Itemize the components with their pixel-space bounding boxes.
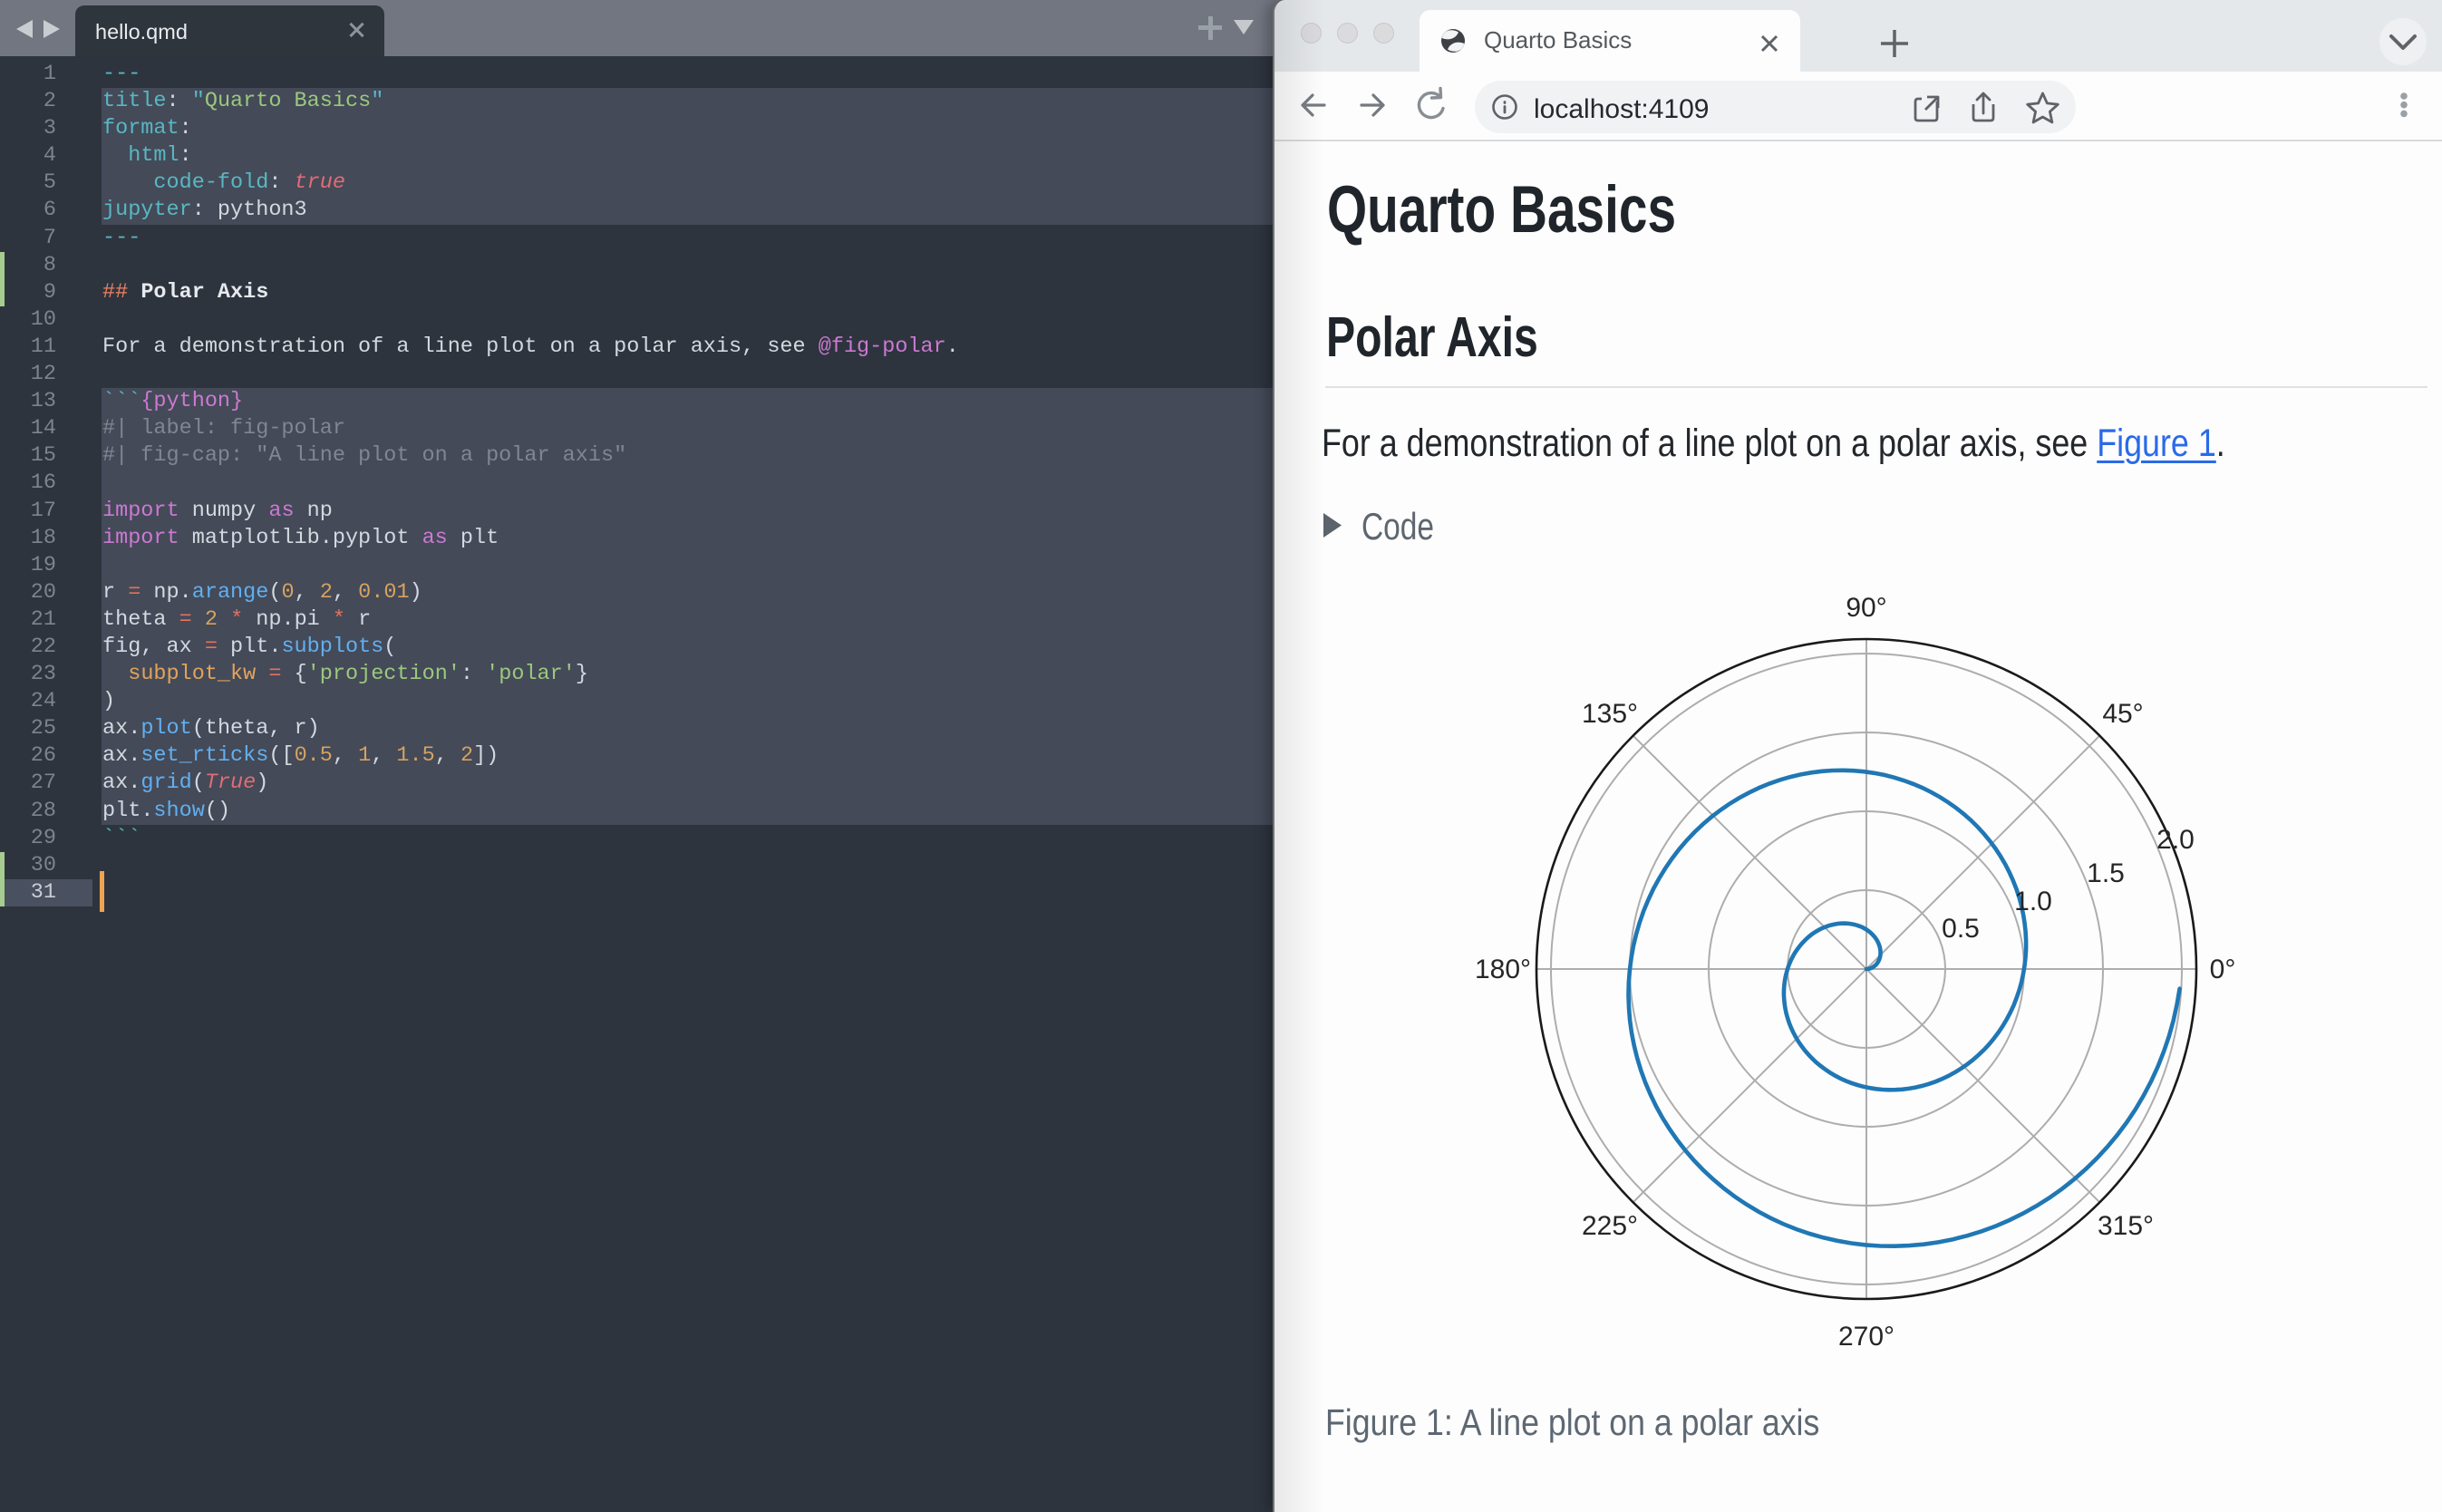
svg-text:90°: 90° [1846,593,1886,623]
svg-text:225°: 225° [1582,1211,1638,1241]
svg-text:2.0: 2.0 [2156,825,2195,855]
svg-text:1.5: 1.5 [2087,858,2125,888]
svg-text:135°: 135° [1582,699,1638,729]
svg-text:0°: 0° [2210,955,2236,984]
svg-text:1.0: 1.0 [2014,887,2052,916]
svg-text:315°: 315° [2098,1211,2154,1241]
svg-text:180°: 180° [1475,955,1531,984]
svg-text:0.5: 0.5 [1942,914,1980,944]
svg-text:270°: 270° [1838,1322,1894,1352]
svg-text:45°: 45° [2102,699,2143,729]
